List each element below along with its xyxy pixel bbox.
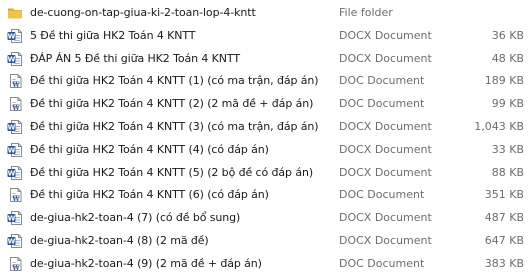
file-size: 1,043 KB bbox=[474, 119, 524, 133]
file-type: DOCX Document bbox=[339, 165, 432, 179]
file-row[interactable]: W ĐÁP ÁN 5 Đề thi giữa HK2 Toán 4 KNTT DO… bbox=[0, 48, 531, 71]
file-type: DOC Document bbox=[339, 188, 425, 202]
svg-text:W: W bbox=[8, 169, 16, 177]
file-name[interactable]: de-giua-hk2-toan-4 (7) (có đề bổ sung) bbox=[30, 211, 240, 224]
file-name[interactable]: Đề thi giữa HK2 Toán 4 KNTT (6) (có đáp … bbox=[30, 188, 269, 201]
file-name[interactable]: Đề thi giữa HK2 Toán 4 KNTT (1) (có ma t… bbox=[30, 74, 319, 87]
svg-text:W: W bbox=[8, 238, 16, 246]
file-name[interactable]: Đề thi giữa HK2 Toán 4 KNTT (2) (2 mã đề… bbox=[30, 97, 313, 110]
docx-icon: W bbox=[7, 28, 23, 44]
file-name[interactable]: 5 Đề thi giữa HK2 Toán 4 KNTT bbox=[30, 29, 196, 42]
svg-text:W: W bbox=[11, 195, 20, 203]
file-size: 647 KB bbox=[484, 233, 524, 247]
svg-text:W: W bbox=[8, 55, 16, 63]
file-type: DOCX Document bbox=[339, 211, 432, 225]
file-name[interactable]: Đề thi giữa HK2 Toán 4 KNTT (3) (có ma t… bbox=[30, 120, 319, 133]
file-row[interactable]: W Đề thi giữa HK2 Toán 4 KNTT (5) (2 bộ … bbox=[0, 162, 531, 185]
file-list: de-cuong-on-tap-giua-ki-2-toan-lop-4-knt… bbox=[0, 2, 531, 276]
file-size: 351 KB bbox=[484, 188, 524, 202]
file-size: 99 KB bbox=[491, 97, 524, 111]
file-name[interactable]: de-giua-hk2-toan-4 (8) (2 mã đề) bbox=[30, 234, 209, 247]
file-size: 33 KB bbox=[491, 142, 524, 156]
file-name[interactable]: Đề thi giữa HK2 Toán 4 KNTT (4) (có đáp … bbox=[30, 143, 269, 156]
file-row[interactable]: W Đề thi giữa HK2 Toán 4 KNTT (6) (có đá… bbox=[0, 184, 531, 207]
docx-icon: W bbox=[7, 51, 23, 67]
file-row[interactable]: W de-giua-hk2-toan-4 (9) (2 mã đề + đáp … bbox=[0, 253, 531, 276]
file-type: DOC Document bbox=[339, 74, 425, 88]
file-row[interactable]: W de-giua-hk2-toan-4 (8) (2 mã đề) DOCX D… bbox=[0, 230, 531, 253]
file-size: 36 KB bbox=[491, 28, 524, 42]
docx-icon: W bbox=[7, 233, 23, 249]
file-type: File folder bbox=[339, 6, 393, 19]
doc-icon: W bbox=[7, 73, 23, 89]
file-name[interactable]: ĐÁP ÁN 5 Đề thi giữa HK2 Toán 4 KNTT bbox=[30, 52, 240, 65]
svg-text:W: W bbox=[11, 81, 20, 89]
svg-text:W: W bbox=[11, 104, 20, 112]
docx-icon: W bbox=[7, 210, 23, 226]
doc-icon: W bbox=[7, 187, 23, 203]
folder-icon bbox=[7, 5, 23, 21]
file-row[interactable]: W Đề thi giữa HK2 Toán 4 KNTT (4) (có đá… bbox=[0, 139, 531, 162]
docx-icon: W bbox=[7, 165, 23, 181]
file-row[interactable]: W 5 Đề thi giữa HK2 Toán 4 KNTT DOCX Docu… bbox=[0, 25, 531, 48]
file-type: DOCX Document bbox=[339, 119, 432, 133]
file-row[interactable]: W Đề thi giữa HK2 Toán 4 KNTT (3) (có ma… bbox=[0, 116, 531, 139]
file-type: DOCX Document bbox=[339, 28, 432, 42]
svg-text:W: W bbox=[8, 146, 16, 154]
file-name[interactable]: de-cuong-on-tap-giua-ki-2-toan-lop-4-knt… bbox=[30, 6, 256, 19]
docx-icon: W bbox=[7, 119, 23, 135]
file-size: 189 KB bbox=[484, 74, 524, 88]
file-row[interactable]: W Đề thi giữa HK2 Toán 4 KNTT (2) (2 mã … bbox=[0, 93, 531, 116]
file-size: 48 KB bbox=[491, 51, 524, 65]
file-name[interactable]: Đề thi giữa HK2 Toán 4 KNTT (5) (2 bộ đề… bbox=[30, 166, 313, 179]
svg-text:W: W bbox=[11, 264, 20, 272]
file-type: DOCX Document bbox=[339, 51, 432, 65]
doc-icon: W bbox=[7, 256, 23, 272]
file-size: 88 KB bbox=[491, 165, 524, 179]
file-size: 487 KB bbox=[484, 211, 524, 225]
file-type: DOCX Document bbox=[339, 233, 432, 247]
docx-icon: W bbox=[7, 142, 23, 158]
svg-text:W: W bbox=[8, 32, 16, 40]
svg-text:W: W bbox=[8, 215, 16, 223]
file-row[interactable]: de-cuong-on-tap-giua-ki-2-toan-lop-4-knt… bbox=[0, 2, 531, 25]
doc-icon: W bbox=[7, 96, 23, 112]
file-row[interactable]: W Đề thi giữa HK2 Toán 4 KNTT (1) (có ma… bbox=[0, 70, 531, 93]
file-type: DOCX Document bbox=[339, 142, 432, 156]
svg-text:W: W bbox=[8, 124, 16, 132]
file-row[interactable]: W de-giua-hk2-toan-4 (7) (có đề bổ sung)… bbox=[0, 207, 531, 230]
file-type: DOC Document bbox=[339, 97, 425, 111]
